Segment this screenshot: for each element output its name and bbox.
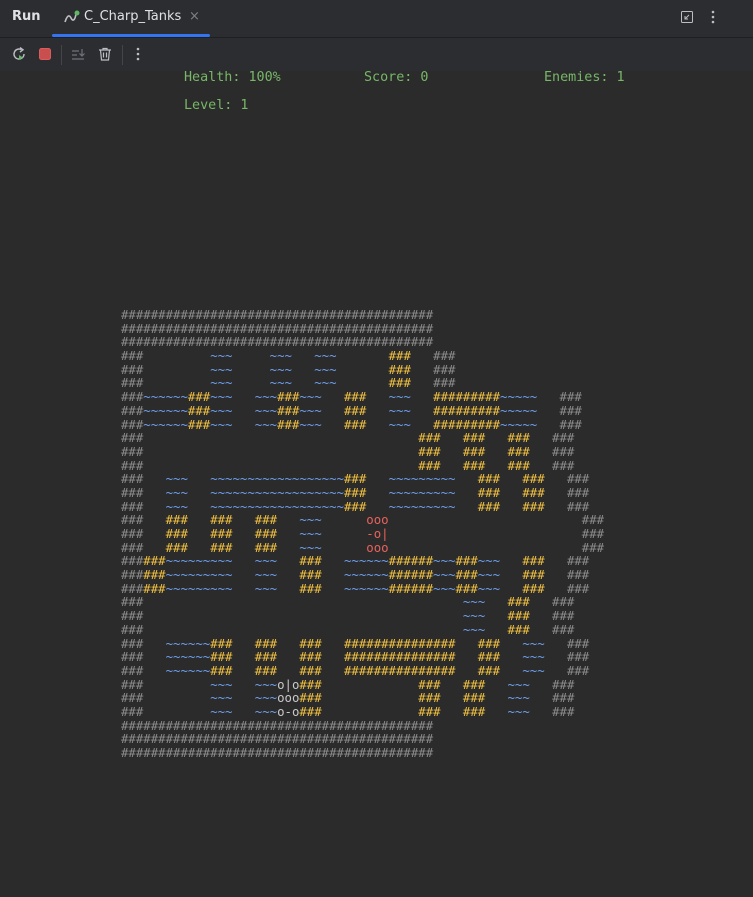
level-readout: Level: 1 bbox=[184, 98, 249, 113]
map-row: ### ~~~~~~### ### ### ############### ##… bbox=[121, 636, 590, 651]
map-row: ### ~~~ ~~~ ~~~ ### ### bbox=[121, 362, 456, 377]
map-row: ### ~~~ ~~~o-o### ### ### ~~~ ### bbox=[121, 704, 575, 719]
map-row: ### ### ### ### ### bbox=[121, 431, 575, 446]
clear-all-icon[interactable] bbox=[97, 46, 113, 62]
run-toolbar bbox=[0, 38, 753, 71]
stop-icon[interactable] bbox=[37, 46, 53, 62]
map-row: ### ~~~~~~### ### ### ############### ##… bbox=[121, 650, 590, 665]
map-row: ######~~~~~~~~~ ~~~ ### ~~~~~~######~~~#… bbox=[121, 568, 590, 583]
map-row: ### ### ### ### ~~~ ooo ### bbox=[121, 513, 605, 528]
map-row: ########################################… bbox=[121, 718, 434, 733]
tab-label: C_Charp_Tanks bbox=[84, 9, 182, 24]
restore-layout-icon[interactable] bbox=[679, 9, 695, 25]
enemies-readout: Enemies: 1 bbox=[544, 70, 625, 85]
map-row: ### ~~~ ### ### bbox=[121, 595, 575, 610]
scroll-to-end-icon[interactable] bbox=[70, 46, 86, 62]
map-row: ### ~~~ ### ### bbox=[121, 609, 575, 624]
map-row: ######~~~~~~~~~ ~~~ ### ~~~~~~######~~~#… bbox=[121, 554, 590, 569]
map-row: ### ### ### ### ~~~ -o| ### bbox=[121, 527, 605, 541]
map-row: ### ~~~ ~~~~~~~~~~~~~~~~~~### ~~~~~~~~~ … bbox=[121, 499, 590, 514]
map-row: ###~~~~~~###~~~ ~~~###~~~ ### ~~~ ######… bbox=[121, 390, 582, 405]
rerun-icon[interactable] bbox=[11, 46, 27, 62]
map-row: ########################################… bbox=[121, 321, 434, 336]
run-config-icon bbox=[64, 10, 80, 23]
map-row: ######~~~~~~~~~ ~~~ ### ~~~~~~######~~~#… bbox=[121, 581, 590, 596]
map-row: ########################################… bbox=[121, 732, 434, 747]
more-vertical-icon[interactable] bbox=[130, 46, 146, 62]
map-row: ### ### ### ### ### bbox=[121, 444, 575, 459]
map-row: ###~~~~~~###~~~ ~~~###~~~ ### ~~~ ######… bbox=[121, 403, 582, 418]
score-readout: Score: 0 bbox=[364, 70, 429, 85]
game-map: ########################################… bbox=[121, 308, 605, 761]
map-row: ### ~~~~~~### ### ### ############### ##… bbox=[121, 663, 590, 678]
map-row: ### ### ### ### ### bbox=[121, 458, 575, 473]
run-tool-window-title: Run bbox=[12, 9, 41, 24]
map-row: ### ~~~ ### ### bbox=[121, 622, 575, 637]
map-row: ########################################… bbox=[121, 308, 434, 322]
health-readout: Health: 100% bbox=[184, 70, 281, 85]
toolbar-separator bbox=[122, 45, 123, 65]
tab-c-charp-tanks[interactable]: C_Charp_Tanks × bbox=[52, 0, 210, 37]
map-row: ### ~~~ ~~~~~~~~~~~~~~~~~~### ~~~~~~~~~ … bbox=[121, 485, 590, 500]
map-row: ### ### ### ### ~~~ ooo ### bbox=[121, 540, 605, 555]
map-row: ###~~~~~~###~~~ ~~~###~~~ ### ~~~ ######… bbox=[121, 417, 582, 432]
map-row: ### ~~~ ~~~ ~~~ ### ### bbox=[121, 376, 456, 391]
map-row: ########################################… bbox=[121, 746, 434, 760]
more-options-icon[interactable] bbox=[705, 9, 721, 25]
map-row: ### ~~~ ~~~ooo### ### ### ~~~ ### bbox=[121, 691, 575, 706]
map-row: ### ~~~ ~~~ ~~~ ### ### bbox=[121, 349, 456, 364]
toolbar-separator bbox=[61, 45, 62, 65]
map-row: ########################################… bbox=[121, 335, 434, 350]
active-tab-indicator bbox=[52, 34, 210, 37]
tab-close-icon[interactable]: × bbox=[189, 9, 200, 24]
tool-window-header: Run C_Charp_Tanks × bbox=[0, 0, 753, 38]
map-row: ### ~~~ ~~~~~~~~~~~~~~~~~~### ~~~~~~~~~ … bbox=[121, 472, 590, 487]
map-row: ### ~~~ ~~~o|o### ### ### ~~~ ### bbox=[121, 677, 575, 692]
